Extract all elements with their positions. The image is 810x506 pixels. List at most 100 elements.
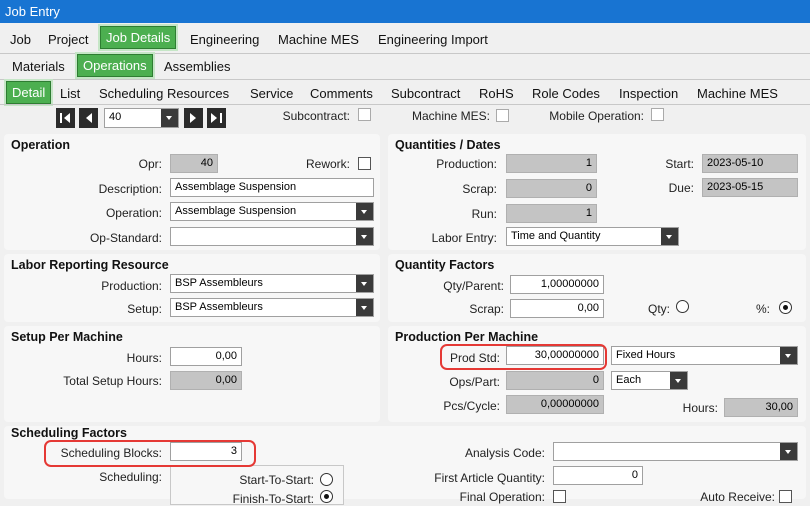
tab-subcontract[interactable]: Subcontract <box>391 86 460 101</box>
qty-radio[interactable] <box>676 300 689 313</box>
tab-machine-mes[interactable]: Machine MES <box>278 32 359 47</box>
final-operation-label: Final Operation: <box>459 490 545 504</box>
qty-parent-field[interactable]: 1,00000000 <box>510 275 604 294</box>
chevron-down-icon[interactable] <box>780 443 797 460</box>
chevron-down-icon[interactable] <box>661 228 678 245</box>
tab-materials[interactable]: Materials <box>12 59 65 74</box>
opr-field[interactable]: 40 <box>170 154 218 173</box>
setup-hours-field[interactable]: 0,00 <box>170 347 242 366</box>
chevron-down-icon[interactable] <box>356 203 373 220</box>
start-date-field[interactable]: 2023-05-10 <box>702 154 798 173</box>
final-operation-checkbox[interactable] <box>553 490 566 503</box>
description-label: Description: <box>98 182 162 196</box>
first-article-field[interactable]: 0 <box>553 466 643 485</box>
tab-inspection[interactable]: Inspection <box>619 86 678 101</box>
tab-engineering-import[interactable]: Engineering Import <box>378 32 488 47</box>
subcontract-label: Subcontract: <box>282 109 350 123</box>
tab-comments[interactable]: Comments <box>310 86 373 101</box>
description-field[interactable]: Assemblage Suspension <box>170 178 374 197</box>
labor-setup-dropdown[interactable]: BSP Assembleurs <box>170 298 374 317</box>
record-selector[interactable]: 40 <box>104 108 179 128</box>
chevron-down-icon[interactable] <box>780 347 797 364</box>
tab-job-details[interactable]: Job Details <box>97 24 179 51</box>
ops-part-label: Ops/Part: <box>449 375 500 389</box>
production-qty-field[interactable]: 1 <box>506 154 597 173</box>
prod-hours-field[interactable]: 30,00 <box>724 398 798 417</box>
chevron-down-icon[interactable] <box>356 228 373 245</box>
start-label: Start: <box>665 157 694 171</box>
subcontract-checkbox[interactable] <box>358 108 371 121</box>
auto-receive-label: Auto Receive: <box>700 490 775 504</box>
auto-receive-checkbox[interactable] <box>779 490 792 503</box>
finish-to-start-radio[interactable] <box>320 490 333 503</box>
scheduling-label: Scheduling: <box>99 470 162 484</box>
chevron-down-icon[interactable] <box>356 275 373 292</box>
tab-machine-mes-2[interactable]: Machine MES <box>697 86 778 101</box>
labor-setup-value: BSP Assembleurs <box>175 301 263 313</box>
chevron-down-icon[interactable] <box>161 109 178 127</box>
production-per-machine-title: Production Per Machine <box>395 330 539 344</box>
prod-std-highlight <box>440 344 607 370</box>
ops-part-unit-dropdown[interactable]: Each <box>611 371 688 390</box>
next-record-button[interactable] <box>184 108 203 128</box>
prod-std-unit-dropdown[interactable]: Fixed Hours <box>611 346 798 365</box>
scheduling-factors-title: Scheduling Factors <box>11 426 127 440</box>
labor-entry-dropdown[interactable]: Time and Quantity <box>506 227 679 246</box>
tab-operations[interactable]: Operations <box>75 52 155 79</box>
tab-service[interactable]: Service <box>250 86 293 101</box>
total-setup-hours-label: Total Setup Hours: <box>63 374 162 388</box>
quantity-factors-title: Quantity Factors <box>395 258 495 272</box>
scrap-qty-field[interactable]: 0 <box>506 179 597 198</box>
start-to-start-radio[interactable] <box>320 473 333 486</box>
qty-radio-label: Qty: <box>647 302 670 316</box>
tab-project[interactable]: Project <box>48 32 88 47</box>
prod-hours-label: Hours: <box>682 401 718 415</box>
scrap-factor-field[interactable]: 0,00 <box>510 299 604 318</box>
quantities-title: Quantities / Dates <box>395 138 501 152</box>
chevron-down-icon[interactable] <box>356 299 373 316</box>
finish-to-start-label: Finish-To-Start: <box>232 492 314 506</box>
machine-mes-checkbox[interactable] <box>496 109 509 122</box>
run-field[interactable]: 1 <box>506 204 597 223</box>
tabs-row-2: Materials Operations Assemblies <box>0 52 810 80</box>
chevron-down-icon[interactable] <box>670 372 687 389</box>
tab-job[interactable]: Job <box>10 32 31 47</box>
tab-engineering[interactable]: Engineering <box>190 32 259 47</box>
ops-part-unit-value: Each <box>616 374 642 386</box>
tabs-row-3: Detail List Scheduling Resources Service… <box>0 79 810 106</box>
operation-dropdown[interactable]: Assemblage Suspension <box>170 202 374 221</box>
tab-detail[interactable]: Detail <box>3 79 54 106</box>
labor-entry-label: Labor Entry: <box>431 231 497 245</box>
pcs-cycle-field[interactable]: 0,00000000 <box>506 395 604 414</box>
scheduling-blocks-highlight <box>44 440 256 467</box>
labor-production-dropdown[interactable]: BSP Assembleurs <box>170 274 374 293</box>
ops-part-field[interactable]: 0 <box>506 371 604 390</box>
rework-checkbox[interactable] <box>358 157 371 170</box>
due-date-field[interactable]: 2023-05-15 <box>702 178 798 197</box>
total-setup-hours-field[interactable]: 0,00 <box>170 371 242 390</box>
operation-label: Operation: <box>105 206 162 220</box>
analysis-code-dropdown[interactable] <box>553 442 798 461</box>
mobile-operation-label: Mobile Operation: <box>549 109 644 123</box>
operation-title: Operation <box>11 138 71 152</box>
labor-entry-value: Time and Quantity <box>511 230 601 242</box>
tab-list[interactable]: List <box>60 86 80 101</box>
mobile-operation-checkbox[interactable] <box>651 108 664 121</box>
first-record-button[interactable] <box>56 108 75 128</box>
rework-label: Rework: <box>305 157 350 171</box>
percent-radio[interactable] <box>779 301 792 314</box>
operation-value: Assemblage Suspension <box>175 205 297 217</box>
run-label: Run: <box>471 207 497 221</box>
tab-role-codes[interactable]: Role Codes <box>532 86 600 101</box>
previous-record-button[interactable] <box>79 108 98 128</box>
tab-assemblies[interactable]: Assemblies <box>164 59 230 74</box>
tab-scheduling-resources[interactable]: Scheduling Resources <box>99 86 229 101</box>
opr-label: Opr: <box>138 157 162 171</box>
pcs-cycle-label: Pcs/Cycle: <box>443 399 500 413</box>
window-title: Job Entry <box>0 0 810 23</box>
last-record-button[interactable] <box>207 108 226 128</box>
op-standard-dropdown[interactable] <box>170 227 374 246</box>
scrap-qty-label: Scrap: <box>462 182 497 196</box>
tab-rohs[interactable]: RoHS <box>479 86 514 101</box>
prod-std-unit-value: Fixed Hours <box>616 349 676 361</box>
